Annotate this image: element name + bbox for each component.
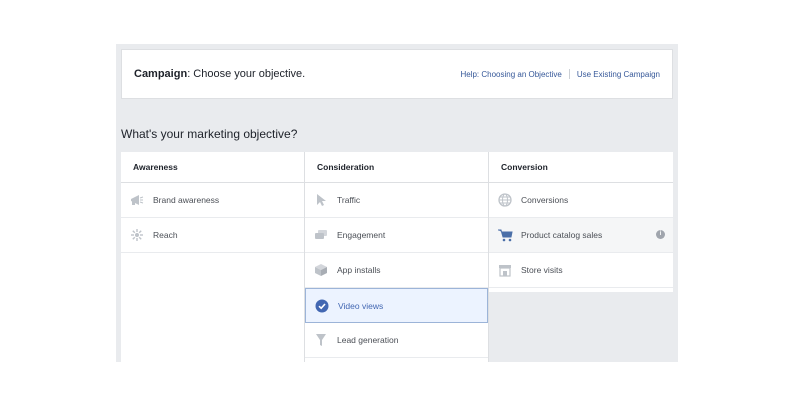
objective-label: Product catalog sales bbox=[521, 230, 603, 240]
conversion-heading: Conversion bbox=[489, 152, 673, 183]
box-icon bbox=[313, 262, 329, 278]
objective-label: Video views bbox=[338, 300, 384, 311]
conversion-column: Conversion Conversions Product catalog s… bbox=[489, 152, 673, 292]
awareness-heading: Awareness bbox=[121, 152, 304, 183]
objective-reach[interactable]: Reach bbox=[121, 218, 304, 253]
checkmark-circle-icon bbox=[314, 298, 330, 314]
consideration-column: Consideration Traffic Engagement App ins… bbox=[305, 152, 489, 362]
title-rest: : Choose your objective. bbox=[187, 68, 306, 80]
objective-label: Brand awareness bbox=[153, 195, 220, 205]
objective-traffic[interactable]: Traffic bbox=[305, 183, 488, 218]
objective-conversions[interactable]: Conversions bbox=[489, 183, 673, 218]
campaign-panel: Campaign: Choose your objective. Help: C… bbox=[116, 44, 678, 362]
awareness-column: Awareness Brand awareness Reach bbox=[121, 152, 305, 362]
objective-label: App installs bbox=[337, 265, 381, 275]
link-divider bbox=[568, 69, 570, 79]
page-title: Campaign: Choose your objective. bbox=[134, 68, 305, 80]
use-existing-campaign-link[interactable]: Use Existing Campaign bbox=[577, 70, 660, 79]
objective-label: Conversions bbox=[521, 195, 569, 205]
objective-label: Reach bbox=[153, 230, 178, 240]
shopping-cart-icon bbox=[497, 227, 513, 243]
reach-icon bbox=[129, 227, 145, 243]
objective-app-installs[interactable]: App installs bbox=[305, 253, 488, 288]
header-links: Help: Choosing an Objective Use Existing… bbox=[460, 69, 660, 79]
store-icon bbox=[497, 262, 513, 278]
objective-label: Traffic bbox=[337, 195, 361, 205]
objective-product-catalog-sales[interactable]: Product catalog sales i bbox=[489, 218, 673, 253]
speech-bubbles-icon bbox=[313, 227, 329, 243]
help-choosing-objective-link[interactable]: Help: Choosing an Objective bbox=[460, 70, 561, 79]
cursor-icon bbox=[313, 192, 329, 208]
megaphone-icon bbox=[129, 192, 145, 208]
objective-label: Store visits bbox=[521, 265, 563, 275]
objective-lead-generation[interactable]: Lead generation bbox=[305, 323, 488, 358]
objective-label: Engagement bbox=[337, 230, 386, 240]
objective-question: What's your marketing objective? bbox=[121, 127, 298, 141]
funnel-icon bbox=[313, 332, 329, 348]
consideration-heading: Consideration bbox=[305, 152, 488, 183]
title-bold: Campaign bbox=[134, 68, 188, 80]
objective-video-views[interactable]: Video views bbox=[305, 288, 488, 323]
info-icon[interactable]: i bbox=[656, 230, 665, 239]
objective-brand-awareness[interactable]: Brand awareness bbox=[121, 183, 304, 218]
objective-store-visits[interactable]: Store visits bbox=[489, 253, 673, 288]
globe-icon bbox=[497, 192, 513, 208]
campaign-header: Campaign: Choose your objective. Help: C… bbox=[121, 49, 673, 99]
objective-engagement[interactable]: Engagement bbox=[305, 218, 488, 253]
objective-grid: Awareness Brand awareness Reach Consider… bbox=[121, 152, 673, 362]
objective-label: Lead generation bbox=[337, 335, 399, 345]
